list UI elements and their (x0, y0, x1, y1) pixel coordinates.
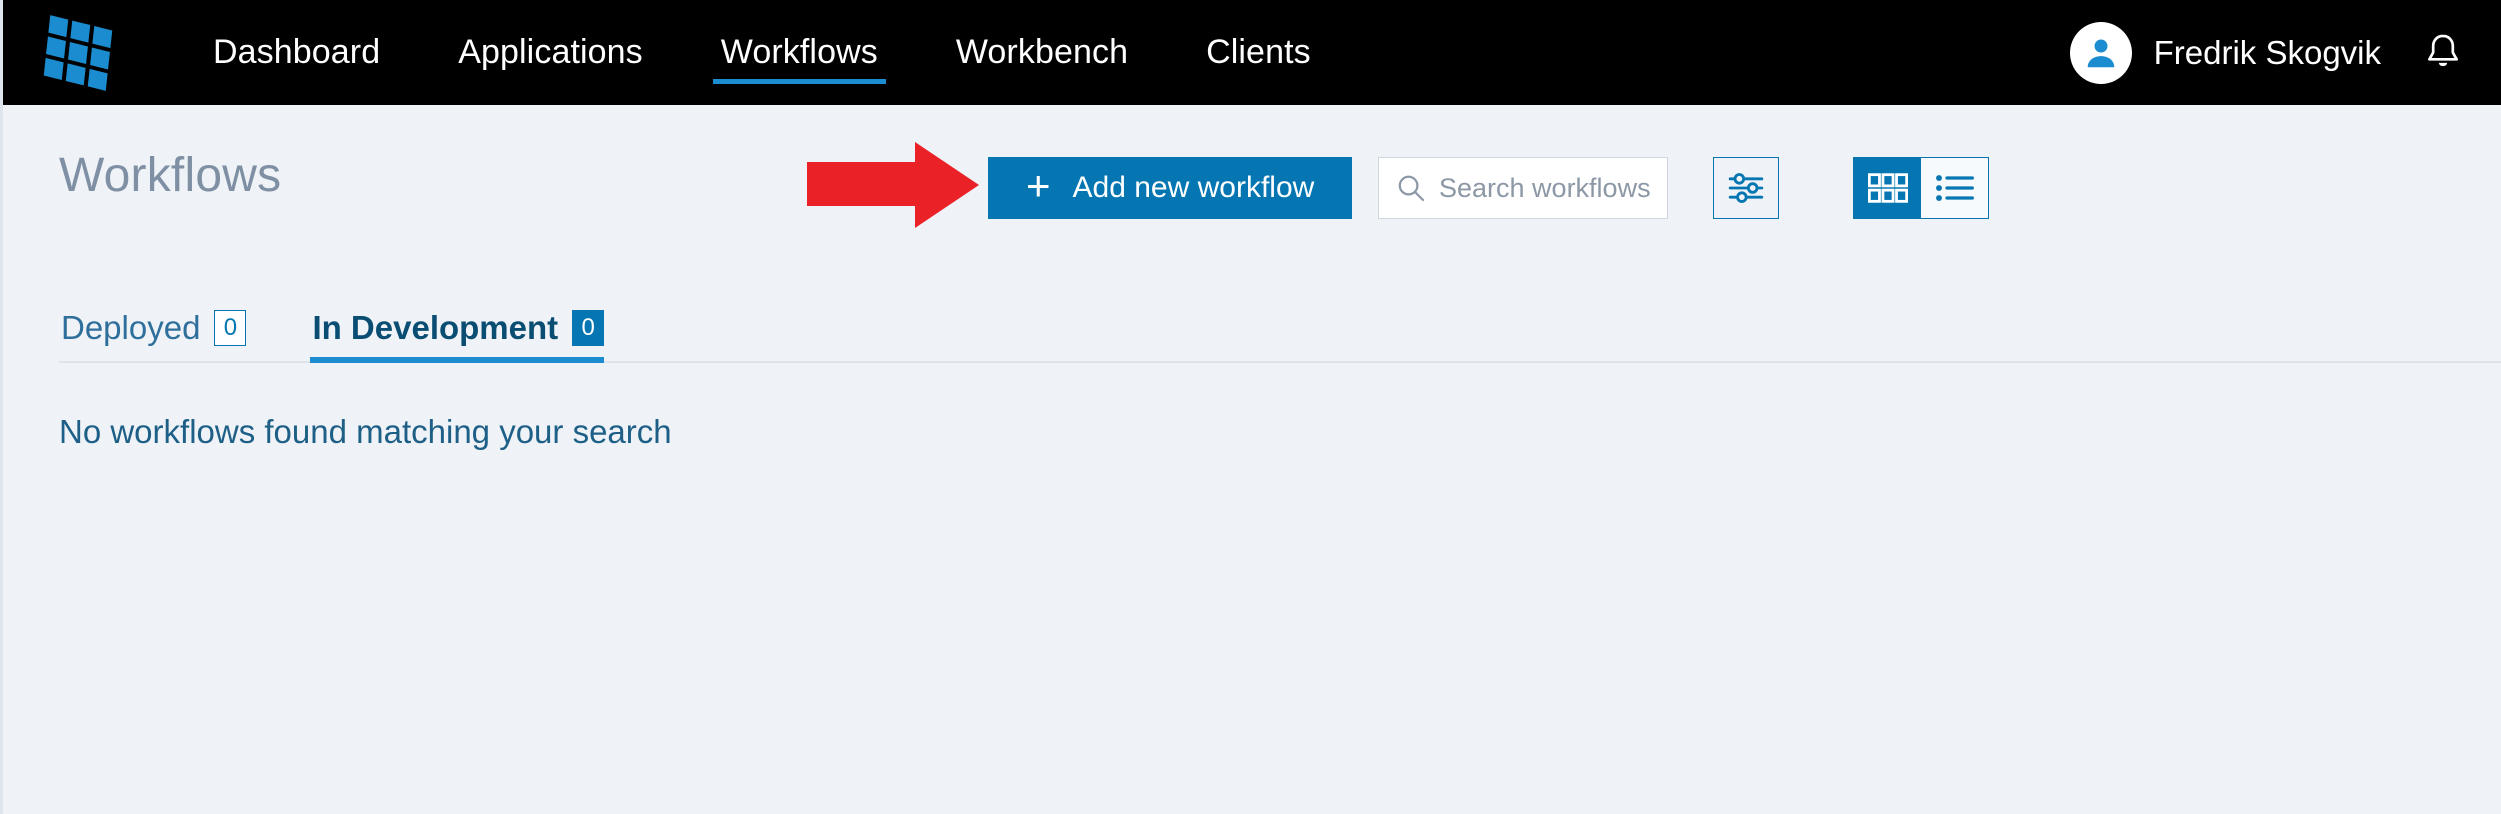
tab-label: In Development (312, 309, 559, 346)
add-new-workflow-label: Add new workflow (1072, 171, 1315, 204)
grid-logo-icon (43, 14, 113, 91)
list-view-icon (1935, 175, 1974, 201)
bell-icon (2428, 34, 2458, 66)
nav-item-label: Applications (458, 33, 643, 71)
search-icon (1395, 172, 1427, 204)
nav-item-label: Clients (1206, 33, 1311, 71)
nav-item-label: Dashboard (213, 33, 381, 71)
search-workflows-box[interactable] (1378, 157, 1668, 219)
search-input[interactable] (1439, 172, 1651, 204)
user-area: Fredrik Skogvik (2069, 21, 2501, 84)
list-view-button[interactable] (1921, 158, 1988, 218)
tab-count-badge: 0 (214, 310, 247, 346)
grid-view-button[interactable] (1854, 158, 1921, 218)
nav-item-workflows[interactable]: Workflows (699, 0, 900, 105)
nav-item-dashboard[interactable]: Dashboard (191, 0, 402, 105)
nav-item-workbench[interactable]: Workbench (934, 0, 1150, 105)
person-icon (2087, 39, 2114, 67)
tab-in-development[interactable]: In Development 0 (310, 309, 626, 363)
workflow-tabs: Deployed 0 In Development 0 (3, 287, 2501, 363)
tab-label: Deployed (61, 309, 201, 346)
add-new-workflow-button[interactable]: + Add new workflow (988, 157, 1353, 219)
tab-count-badge: 0 (572, 310, 605, 346)
nav-item-label: Workflows (720, 33, 878, 71)
view-mode-toggle (1853, 157, 1989, 219)
empty-state-message: No workflows found matching your search (59, 413, 672, 450)
avatar[interactable] (2069, 21, 2132, 84)
notifications-button[interactable] (2419, 25, 2467, 81)
plus-icon: + (1026, 162, 1051, 209)
sliders-filter-icon (1728, 173, 1764, 203)
primary-nav: Dashboard Applications Workflows Workben… (191, 0, 2070, 105)
app-logo[interactable] (3, 14, 143, 91)
nav-item-label: Workbench (955, 33, 1129, 71)
page-title: Workflows (59, 148, 282, 202)
nav-item-applications[interactable]: Applications (436, 0, 665, 105)
app-root: Dashboard Applications Workflows Workben… (0, 0, 2501, 814)
tab-deployed[interactable]: Deployed 0 (59, 309, 268, 363)
top-navigation-bar: Dashboard Applications Workflows Workben… (3, 0, 2501, 105)
user-name: Fredrik Skogvik (2153, 33, 2381, 71)
filter-settings-button[interactable] (1713, 157, 1779, 219)
workflow-list-area: No workflows found matching your search (3, 413, 2501, 793)
nav-item-clients[interactable]: Clients (1184, 0, 1333, 105)
grid-view-icon (1867, 173, 1908, 203)
